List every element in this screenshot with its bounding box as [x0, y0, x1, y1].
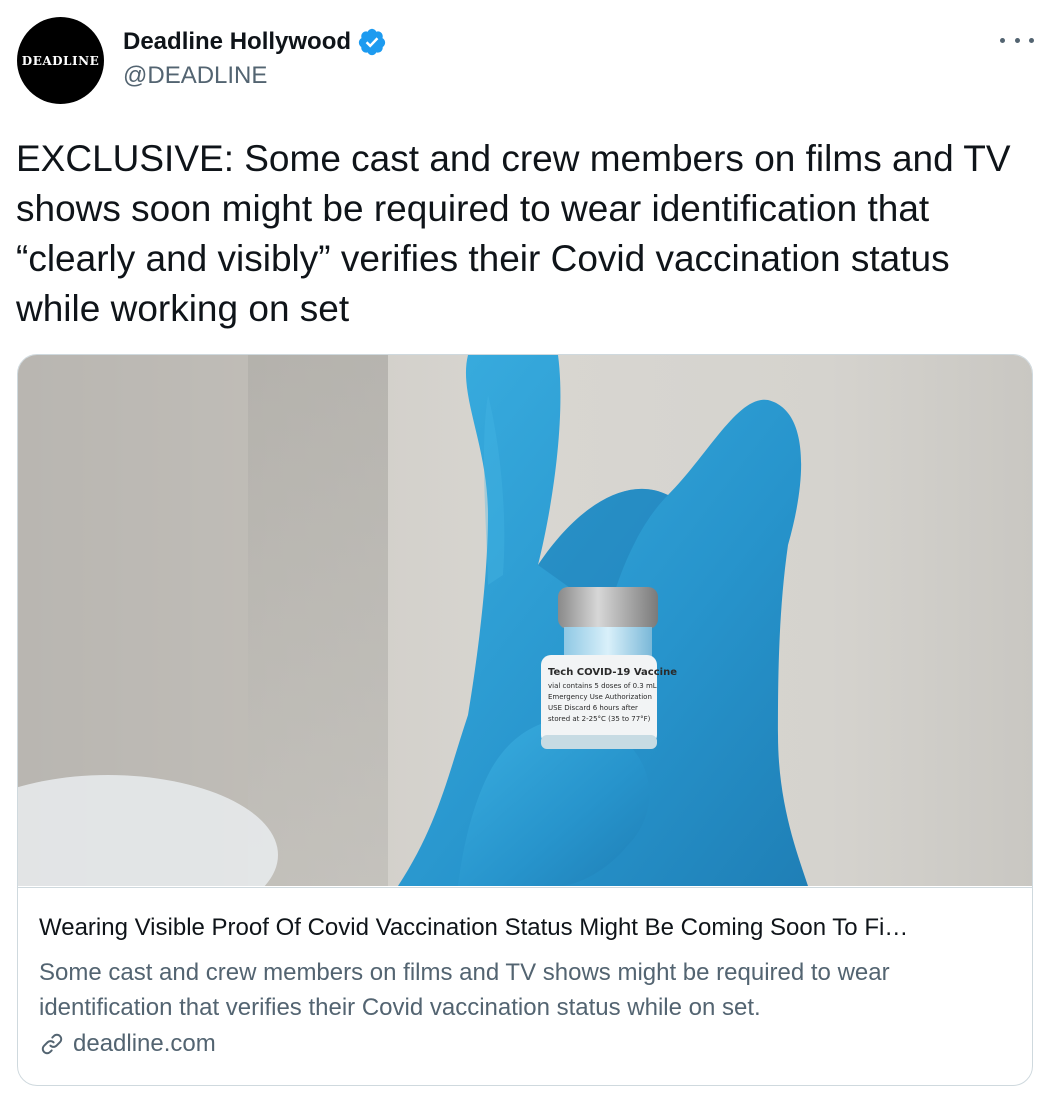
- tweet-text: EXCLUSIVE: Some cast and crew members on…: [16, 138, 1011, 329]
- link-icon: [41, 1033, 63, 1055]
- avatar-logo-text: DEADLINE: [21, 53, 100, 68]
- card-description: Some cast and crew members on films and …: [39, 959, 890, 1021]
- more-dot: [1000, 37, 1005, 43]
- card-image[interactable]: Tech COVID-19 Vaccine vial contains 5 do…: [18, 355, 1032, 886]
- tweet: DEADLINE Deadline Hollywood @DEADLINE EX…: [0, 0, 1054, 1098]
- name-row: Deadline Hollywood: [123, 26, 387, 58]
- more-dot: [1014, 37, 1020, 43]
- display-name[interactable]: Deadline Hollywood: [123, 28, 351, 56]
- vial-label-line: USE Discard 6 hours after: [548, 704, 638, 712]
- more-options-icon[interactable]: [1000, 30, 1034, 50]
- vial-label-line: vial contains 5 doses of 0.3 mL: [548, 682, 657, 690]
- verified-badge-icon: [358, 28, 386, 56]
- vial-label-line: Tech COVID-19 Vaccine: [548, 667, 677, 678]
- vial-label-line: Emergency Use Authorization: [548, 693, 652, 701]
- author-info: Deadline Hollywood @DEADLINE: [123, 26, 387, 90]
- more-dot: [1029, 37, 1034, 43]
- card-body[interactable]: Wearing Visible Proof Of Covid Vaccinati…: [18, 887, 1032, 1085]
- card-domain-text: deadline.com: [73, 1030, 216, 1057]
- card-domain[interactable]: deadline.com: [39, 1030, 216, 1058]
- link-card[interactable]: Tech COVID-19 Vaccine vial contains 5 do…: [17, 354, 1033, 1086]
- handle[interactable]: @DEADLINE: [123, 62, 387, 90]
- card-title[interactable]: Wearing Visible Proof Of Covid Vaccinati…: [39, 912, 1014, 944]
- avatar[interactable]: DEADLINE: [17, 17, 104, 104]
- vial-label-line: stored at 2-25°C (35 to 77°F): [548, 715, 651, 723]
